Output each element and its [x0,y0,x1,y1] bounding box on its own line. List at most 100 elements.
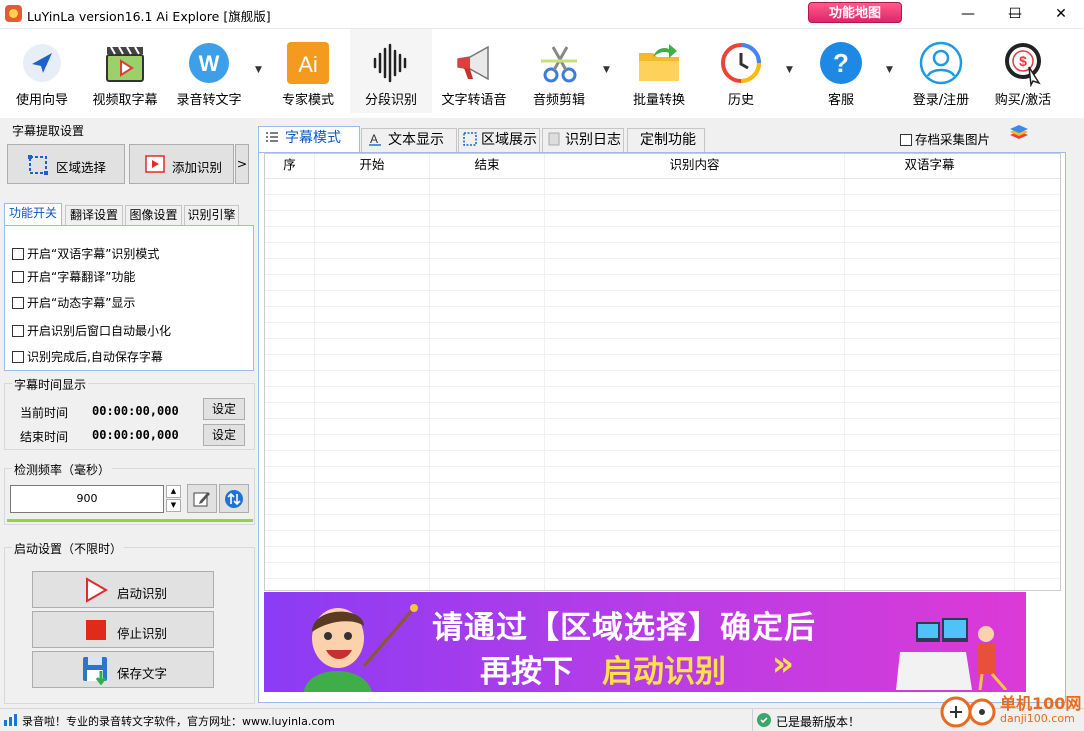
hint-banner: 请通过【区域选择】确定后 再按下 启动识别 » [264,592,1026,692]
extract-settings-title: 字幕提取设置 [12,124,85,138]
toolbar-audio-to-text[interactable]: W 录音转文字 [170,29,248,113]
time-display-title: 字幕时间显示 [12,376,89,393]
waveform-icon [373,43,407,83]
subtitle-table[interactable]: 序 开始 结束 识别内容 双语字幕 [264,153,1061,591]
freq-down-icon[interactable]: ▼ [166,499,181,512]
history-clock-icon [721,43,761,83]
add-recognize-button[interactable]: 添加识别 [129,144,234,184]
tab-custom-features[interactable]: 定制功能 [627,128,705,152]
toolbar-batch-convert[interactable]: 批量转换 [620,29,698,113]
layers-icon[interactable] [1008,125,1030,147]
log-doc-icon [548,132,560,146]
minimize-button-2[interactable]: — [945,0,991,28]
folder-arrow-icon [639,44,679,81]
tab-subtitle-mode[interactable]: 字幕模式 [258,126,360,152]
svg-text:A: A [370,132,378,146]
tab-text-display[interactable]: A 文本显示 [361,128,457,152]
toolbar-support[interactable]: ? 客服 [803,29,879,113]
column-header-bilingual[interactable]: 双语字幕 [845,154,1015,178]
toolbar-login[interactable]: 登录/注册 [903,29,979,113]
app-logo-icon [5,5,22,22]
tab-recognize-log[interactable]: 识别日志 [542,128,624,152]
checkbox[interactable] [12,297,24,309]
checkbox[interactable] [12,351,24,363]
video-clapperboard-icon [106,46,144,82]
column-header-start[interactable]: 开始 [315,154,430,178]
freq-progress-bar [7,519,253,522]
toolbar-guide[interactable]: 使用向导 [5,29,79,113]
toolbar-video-subtitle[interactable]: 视频取字幕 [84,29,166,113]
version-status: 已是最新版本！ [776,715,861,729]
save-disk-icon [83,657,107,685]
tab-translate-settings[interactable]: 翻译设置 [65,205,123,226]
tab-region-display[interactable]: 区域展示 [458,128,540,152]
stop-square-icon [86,620,106,640]
help-question-icon: ? [820,42,862,84]
sync-freq-button[interactable] [219,484,249,513]
banner-line2-highlight: 启动识别 [602,654,726,690]
support-dropdown-icon[interactable]: ▼ [886,65,896,75]
freq-input[interactable]: 900 [10,485,164,513]
banner-arrow-icon: » [772,644,794,684]
cloud-check-icon [757,713,771,727]
text-a-icon: A [369,132,381,146]
maximize-button[interactable]: ☐ [992,0,1038,28]
tab-image-settings[interactable]: 图像设置 [125,205,182,226]
set-end-time-button[interactable]: 设定 [203,424,245,446]
tab-feature-switch[interactable]: 功能开关 [4,203,62,226]
start-recognize-button[interactable]: 启动识别 [32,571,214,608]
edit-pencil-icon [193,492,210,507]
toolbar-expert-mode[interactable]: Ai 专家模式 [270,29,346,113]
banner-line1: 请通过【区域选择】确定后 [432,610,816,646]
close-button[interactable]: ✕ [1038,0,1084,28]
title-bar: LuYinLa version16.1 Ai Explore [旗舰版] 功能地… [0,0,1084,28]
history-dropdown-icon[interactable]: ▼ [786,65,796,75]
feature-options-panel: 开启“双语字幕”识别模式 开启“字幕翻译”功能 开启“动态字幕”显示 开启识别后… [4,225,254,371]
main-toolbar: 使用向导 视频取字幕 W 录音转文字 ▼ Ai 专家模式 分段识别 文字转语音 … [0,28,1084,118]
audio-to-text-dropdown-icon[interactable]: ▼ [255,65,265,75]
toolbar-text-to-speech[interactable]: 文字转语音 [434,29,514,113]
tab-recognize-engine[interactable]: 识别引擎 [184,205,239,226]
toolbar-segment-recognize[interactable]: 分段识别 [350,29,432,113]
audio-edit-dropdown-icon[interactable]: ▼ [603,65,613,75]
column-header-end[interactable]: 结束 [430,154,545,178]
region-select-button[interactable]: 区域选择 [7,144,125,184]
watermark-line2: danji100.com [1000,712,1075,725]
current-time-label: 当前时间 [20,406,69,420]
column-header-content[interactable]: 识别内容 [545,154,845,178]
column-header-index[interactable]: 序 [265,154,315,178]
start-settings-title: 启动设置（不限时） [12,540,125,557]
option-dynamic[interactable]: 开启“动态字幕”显示 [12,294,135,311]
watermark-logo-icon [940,696,996,728]
toolbar-audio-edit[interactable]: 音频剪辑 [520,29,598,113]
svg-text:$: $ [1019,53,1027,69]
save-text-button[interactable]: 保存文字 [32,651,214,688]
edit-freq-button[interactable] [187,484,217,513]
checkbox[interactable] [12,325,24,337]
option-auto-minimize[interactable]: 开启识别后窗口自动最小化 [12,322,171,339]
navigation-arrow-icon [23,44,61,82]
scissors-icon [541,46,577,83]
toolbar-history[interactable]: 历史 [703,29,779,113]
desk-computer-illustration-icon [896,618,1008,690]
end-time-label: 结束时间 [20,430,69,444]
checkbox[interactable] [12,271,24,283]
play-icon [145,155,165,173]
set-current-time-button[interactable]: 设定 [203,398,245,420]
checkbox[interactable] [12,248,24,260]
dollar-coin-icon: $ [1005,43,1041,87]
feature-map-button[interactable]: 功能地图 [808,2,902,23]
ai-square-icon: Ai [287,42,329,84]
option-translate[interactable]: 开启“字幕翻译”功能 [12,268,135,285]
freq-up-icon[interactable]: ▲ [166,485,181,498]
toolbar-buy-activate[interactable]: $ 购买/激活 [985,29,1061,113]
window-title: LuYinLa version16.1 Ai Explore [旗舰版] [27,9,271,24]
region-select-icon [28,155,48,175]
archive-images-option[interactable]: 存档采集图片 [900,129,990,148]
option-auto-save[interactable]: 识别完成后,自动保存字幕 [12,348,163,365]
region-dashed-icon [463,132,477,146]
archive-checkbox[interactable] [900,134,912,146]
stop-recognize-button[interactable]: 停止识别 [32,611,214,648]
more-button[interactable]: > [235,144,249,184]
option-bilingual[interactable]: 开启“双语字幕”识别模式 [12,245,159,262]
